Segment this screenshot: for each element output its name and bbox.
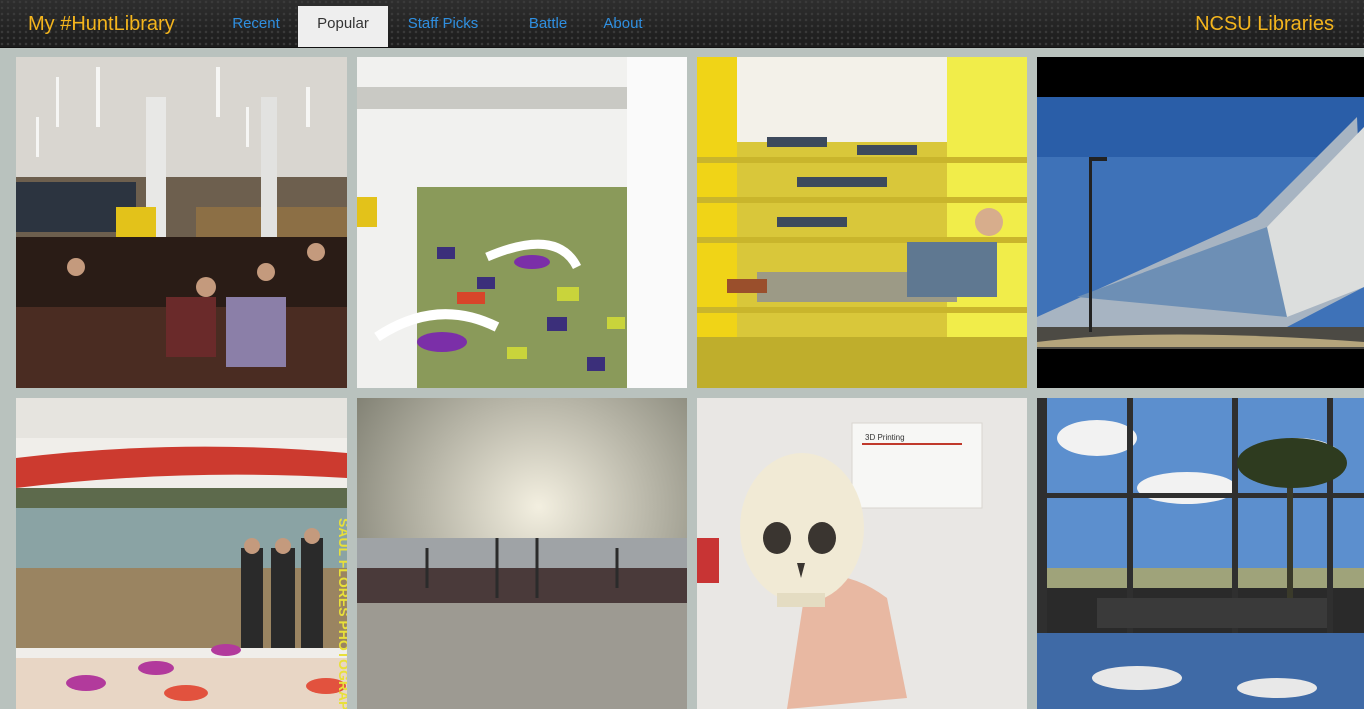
tab-recent[interactable]: Recent — [218, 6, 294, 47]
reading-room-photo[interactable] — [16, 57, 347, 388]
yellow-stairs-photo[interactable] — [697, 57, 1027, 388]
top-navbar: My #HuntLibrary Recent Popular Staff Pic… — [0, 0, 1364, 48]
sky-reflection-photo[interactable] — [357, 398, 687, 709]
site-title[interactable]: My #HuntLibrary — [28, 12, 175, 36]
window-clouds-photo[interactable] — [1037, 398, 1364, 709]
tab-about[interactable]: About — [592, 6, 654, 47]
atrium-overview-photo[interactable] — [357, 57, 687, 388]
mural-group-photo[interactable]: SAUL FLORES PHOTOGRAPHS — [16, 398, 347, 709]
3d-printed-skull-photo[interactable]: 3D Printing — [697, 398, 1027, 709]
tab-popular[interactable]: Popular — [298, 6, 388, 47]
mural-overlay-text: SAUL FLORES PHOTOGRAPHS — [336, 518, 347, 709]
tab-staff-picks[interactable]: Staff Picks — [394, 6, 492, 47]
skull-caption-text: 3D Printing — [865, 433, 905, 442]
tab-battle[interactable]: Battle — [516, 6, 580, 47]
org-name[interactable]: NCSU Libraries — [1195, 12, 1334, 36]
building-exterior-photo[interactable] — [1037, 57, 1364, 388]
